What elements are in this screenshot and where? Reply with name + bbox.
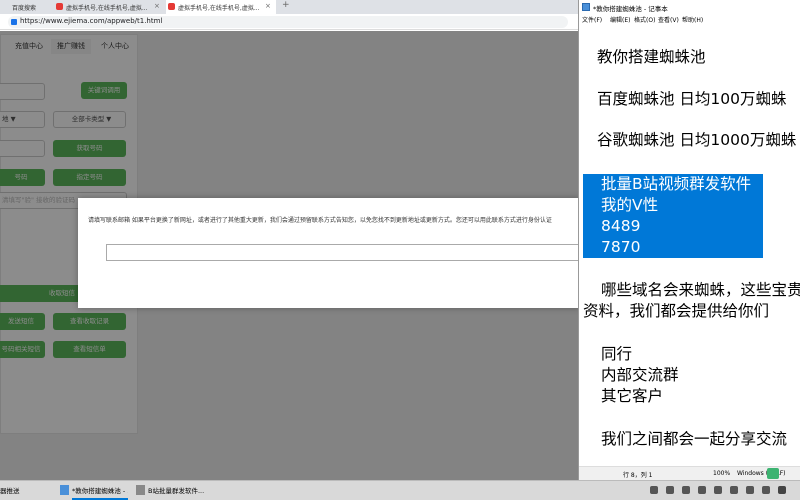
menu-view[interactable]: 查看(V) [658,15,679,24]
text-line: 谷歌蜘蛛池 日均1000万蜘蛛 [597,131,797,149]
tab-baidu[interactable]: 百度搜索 [0,0,50,14]
notepad-statusbar: 行 8，列 1 100% Windows (CRLF) [579,466,800,480]
text-line: 同行 [601,345,633,363]
taskbar-item-bili-tool[interactable]: B站批量群发软件... [148,482,206,500]
close-tab-icon[interactable]: × [265,3,271,10]
tray-app-icon[interactable] [682,486,690,494]
modal-message: 请填写联系邮箱 如果平台更换了新网址，或者进行了其他重大更新，我们会通过预留联系… [88,217,552,224]
selected-line: 我的V性 [601,195,659,215]
address-bar: https://www.ejiema.com/appweb/t1.html [0,14,580,30]
text-line: 百度蜘蛛池 日均100万蜘蛛 [597,90,787,108]
taskbar-item-notepad[interactable]: *教你搭建蜘蛛池 - ... [72,482,128,500]
selected-line: 7870 [601,237,641,257]
tray-app-icon[interactable] [714,486,722,494]
email-modal: 请填写联系邮箱 如果平台更换了新网址，或者进行了其他重大更新，我们会通过预留联系… [78,198,580,308]
tab-phone-2[interactable]: 虚拟手机号,在线手机号,虚拟... [166,0,276,14]
menu-edit[interactable]: 编辑(E) [610,15,630,24]
text-line: 哪些域名会来蜘蛛，这些宝贵 [601,281,800,299]
taskbar: 器推送 *教你搭建蜘蛛池 - ... B站批量群发软件... [0,480,800,500]
notepad-titlebar: *教你搭建蜘蛛池 - 记事本 [579,0,800,14]
selected-line: 批量B站视频群发软件 [601,174,752,194]
app-taskbar-icon [136,485,145,495]
menu-help[interactable]: 帮助(H) [682,15,703,24]
notepad-icon [582,3,590,11]
url-field[interactable]: https://www.ejiema.com/appweb/t1.html [8,16,568,28]
text-line: 内部交流群 [601,366,679,384]
tab-phone-1[interactable]: 虚拟手机号,在线手机号,虚拟... [54,0,164,14]
notepad-title: *教你搭建蜘蛛池 - 记事本 [593,5,668,13]
tray-app-icon[interactable] [762,486,770,494]
tray-app-icon[interactable] [746,486,754,494]
browser-window: 百度搜索 虚拟手机号,在线手机号,虚拟... × 虚拟手机号,在线手机号,虚拟.… [0,0,580,480]
close-tab-icon[interactable]: × [154,3,160,10]
page-favicon-icon [168,3,175,10]
cursor-position: 行 8，列 1 [623,472,653,479]
text-line: 资料，我们都会提供给你们 [583,302,770,320]
taskbar-item-push[interactable]: 器推送 [0,482,50,500]
page-favicon-icon [56,3,63,10]
text-line: 教你搭建蜘蛛池 [597,48,706,66]
menu-file[interactable]: 文件(F) [582,15,602,24]
tab-label: 虚拟手机号,在线手机号,虚拟... [66,5,148,12]
tray-clock-icon[interactable] [778,486,786,494]
notepad-text-area[interactable]: 教你搭建蜘蛛池 百度蜘蛛池 日均100万蜘蛛 谷歌蜘蛛池 日均1000万蜘蛛 批… [579,26,800,466]
tray-volume-icon[interactable] [666,486,674,494]
tray-app-icon[interactable] [698,486,706,494]
secure-lock-icon [11,19,17,25]
url-text: https://www.ejiema.com/appweb/t1.html [20,17,163,25]
notepad-menubar: 文件(F) 编辑(E) 格式(O) 查看(V) 帮助(H) [579,14,800,25]
notepad-window: *教你搭建蜘蛛池 - 记事本 文件(F) 编辑(E) 格式(O) 查看(V) 帮… [578,0,800,480]
text-line: 我们之间都会一起分享交流 [601,430,788,448]
menu-format[interactable]: 格式(O) [634,15,655,24]
tab-label: 虚拟手机号,在线手机号,虚拟... [178,5,260,12]
zoom-level: 100% [713,470,731,477]
ime-icon[interactable] [767,468,779,479]
new-tab-icon[interactable]: + [282,1,290,10]
selected-line: 8489 [601,216,641,236]
email-input[interactable] [106,244,580,261]
tab-strip: 百度搜索 虚拟手机号,在线手机号,虚拟... × 虚拟手机号,在线手机号,虚拟.… [0,0,580,14]
tray-network-icon[interactable] [650,486,658,494]
tray-app-icon[interactable] [730,486,738,494]
notepad-taskbar-icon [60,485,69,495]
tab-label: 百度搜索 [12,5,37,12]
text-line: 其它客户 [601,387,664,405]
